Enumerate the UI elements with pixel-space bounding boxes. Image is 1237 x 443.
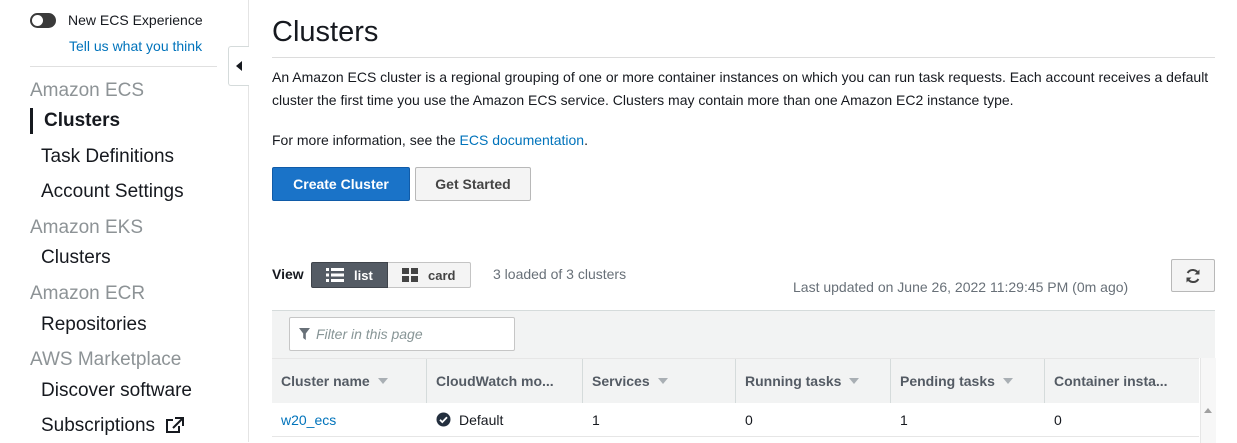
sidebar-divider (30, 66, 217, 67)
list-view-button[interactable]: list (311, 262, 388, 288)
ecs-documentation-link[interactable]: ECS documentation (460, 132, 585, 148)
check-circle-icon (436, 412, 451, 427)
column-header-services[interactable]: Services (583, 359, 736, 403)
column-header-label: Cluster name (281, 373, 370, 389)
cell-container-instances: 0 (1054, 411, 1062, 428)
sidebar-item-repositories[interactable]: Repositories (41, 314, 147, 336)
table-header: Cluster name CloudWatch mo... Services R… (272, 358, 1199, 403)
main-content: Clusters An Amazon ECS cluster is a regi… (272, 0, 1216, 443)
cell-running-tasks: 0 (745, 411, 753, 428)
last-updated-text: Last updated on June 26, 2022 11:29:45 P… (793, 279, 1129, 295)
nav-section-eks: Amazon EKS (30, 217, 143, 238)
refresh-button[interactable] (1171, 259, 1215, 292)
clusters-table: Cluster name CloudWatch mo... Services R… (272, 310, 1216, 443)
sidebar-collapse-button[interactable] (228, 46, 249, 86)
loaded-count-text: 3 loaded of 3 clusters (493, 266, 627, 282)
sidebar-item-task-definitions[interactable]: Task Definitions (41, 146, 174, 168)
sidebar-item-discover-software[interactable]: Discover software (41, 380, 192, 402)
column-header-label: Services (592, 373, 650, 389)
scroll-up-icon[interactable] (1204, 408, 1212, 413)
view-label: View (272, 266, 304, 282)
column-header-label: Container insta... (1054, 373, 1168, 389)
more-info-text: For more information, see the ECS docume… (272, 129, 588, 151)
sort-caret-icon (1002, 378, 1013, 384)
table-body: w20_ecs Default 1 0 1 0 (272, 403, 1199, 437)
cell-cloudwatch: Default (427, 403, 583, 436)
sidebar-item-subscriptions-label: Subscriptions (41, 415, 156, 436)
toggle-switch-icon[interactable] (30, 12, 56, 28)
nav-section-ecr: Amazon ECR (30, 283, 146, 304)
sidebar-item-ecs-clusters[interactable]: Clusters (44, 110, 120, 132)
column-header-container-instances[interactable]: Container insta... (1045, 359, 1199, 403)
column-header-label: Running tasks (745, 373, 842, 389)
nav-section-marketplace: AWS Marketplace (30, 349, 182, 370)
cloudwatch-value: Default (459, 411, 504, 428)
table-filter-bar (272, 311, 1215, 358)
get-started-button[interactable]: Get Started (415, 167, 531, 201)
filter-icon (299, 328, 310, 340)
column-header-running-tasks[interactable]: Running tasks (736, 359, 891, 403)
refresh-icon (1186, 268, 1200, 283)
sidebar-item-account-settings[interactable]: Account Settings (41, 181, 184, 203)
card-view-button[interactable]: card (388, 262, 471, 288)
external-link-icon (166, 416, 185, 433)
feedback-link[interactable]: Tell us what you think (69, 38, 202, 54)
list-icon (326, 268, 344, 282)
nav-section-ecs: Amazon ECS (30, 80, 145, 101)
table-row[interactable]: w20_ecs Default 1 0 1 0 (272, 403, 1199, 437)
table-scrollbar[interactable] (1200, 358, 1216, 443)
create-cluster-button[interactable]: Create Cluster (272, 167, 410, 201)
column-header-cluster-name[interactable]: Cluster name (272, 359, 427, 403)
sidebar-item-eks-clusters[interactable]: Clusters (41, 247, 111, 269)
grid-icon (402, 268, 418, 282)
filter-input[interactable] (314, 325, 508, 343)
new-experience-toggle-row[interactable]: New ECS Experience (30, 12, 203, 28)
sidebar-item-subscriptions[interactable]: Subscriptions (41, 415, 185, 437)
card-view-label: card (428, 267, 456, 283)
sort-caret-icon (849, 378, 860, 384)
column-header-cloudwatch[interactable]: CloudWatch mo... (427, 359, 583, 403)
active-indicator (30, 108, 33, 134)
column-header-label: CloudWatch mo... (436, 373, 554, 389)
sort-caret-icon (657, 378, 668, 384)
title-divider (272, 57, 1215, 58)
cluster-name-link[interactable]: w20_ecs (281, 412, 336, 428)
sidebar: New ECS Experience Tell us what you thin… (0, 0, 249, 442)
column-header-pending-tasks[interactable]: Pending tasks (891, 359, 1045, 403)
more-info-prefix: For more information, see the (272, 132, 460, 148)
more-info-suffix: . (584, 132, 588, 148)
toggle-label: New ECS Experience (68, 12, 203, 28)
page-description: An Amazon ECS cluster is a regional grou… (272, 69, 1209, 108)
cell-cluster-name[interactable]: w20_ecs (272, 403, 427, 436)
page-title: Clusters (272, 16, 379, 48)
column-header-label: Pending tasks (900, 373, 995, 389)
filter-field[interactable] (289, 317, 515, 351)
cell-pending-tasks: 1 (900, 411, 908, 428)
list-view-label: list (354, 267, 373, 283)
cell-services: 1 (592, 411, 600, 428)
sort-caret-icon (377, 378, 388, 384)
view-toggle-group: list card (311, 262, 471, 288)
collapse-arrow-icon (236, 61, 242, 71)
